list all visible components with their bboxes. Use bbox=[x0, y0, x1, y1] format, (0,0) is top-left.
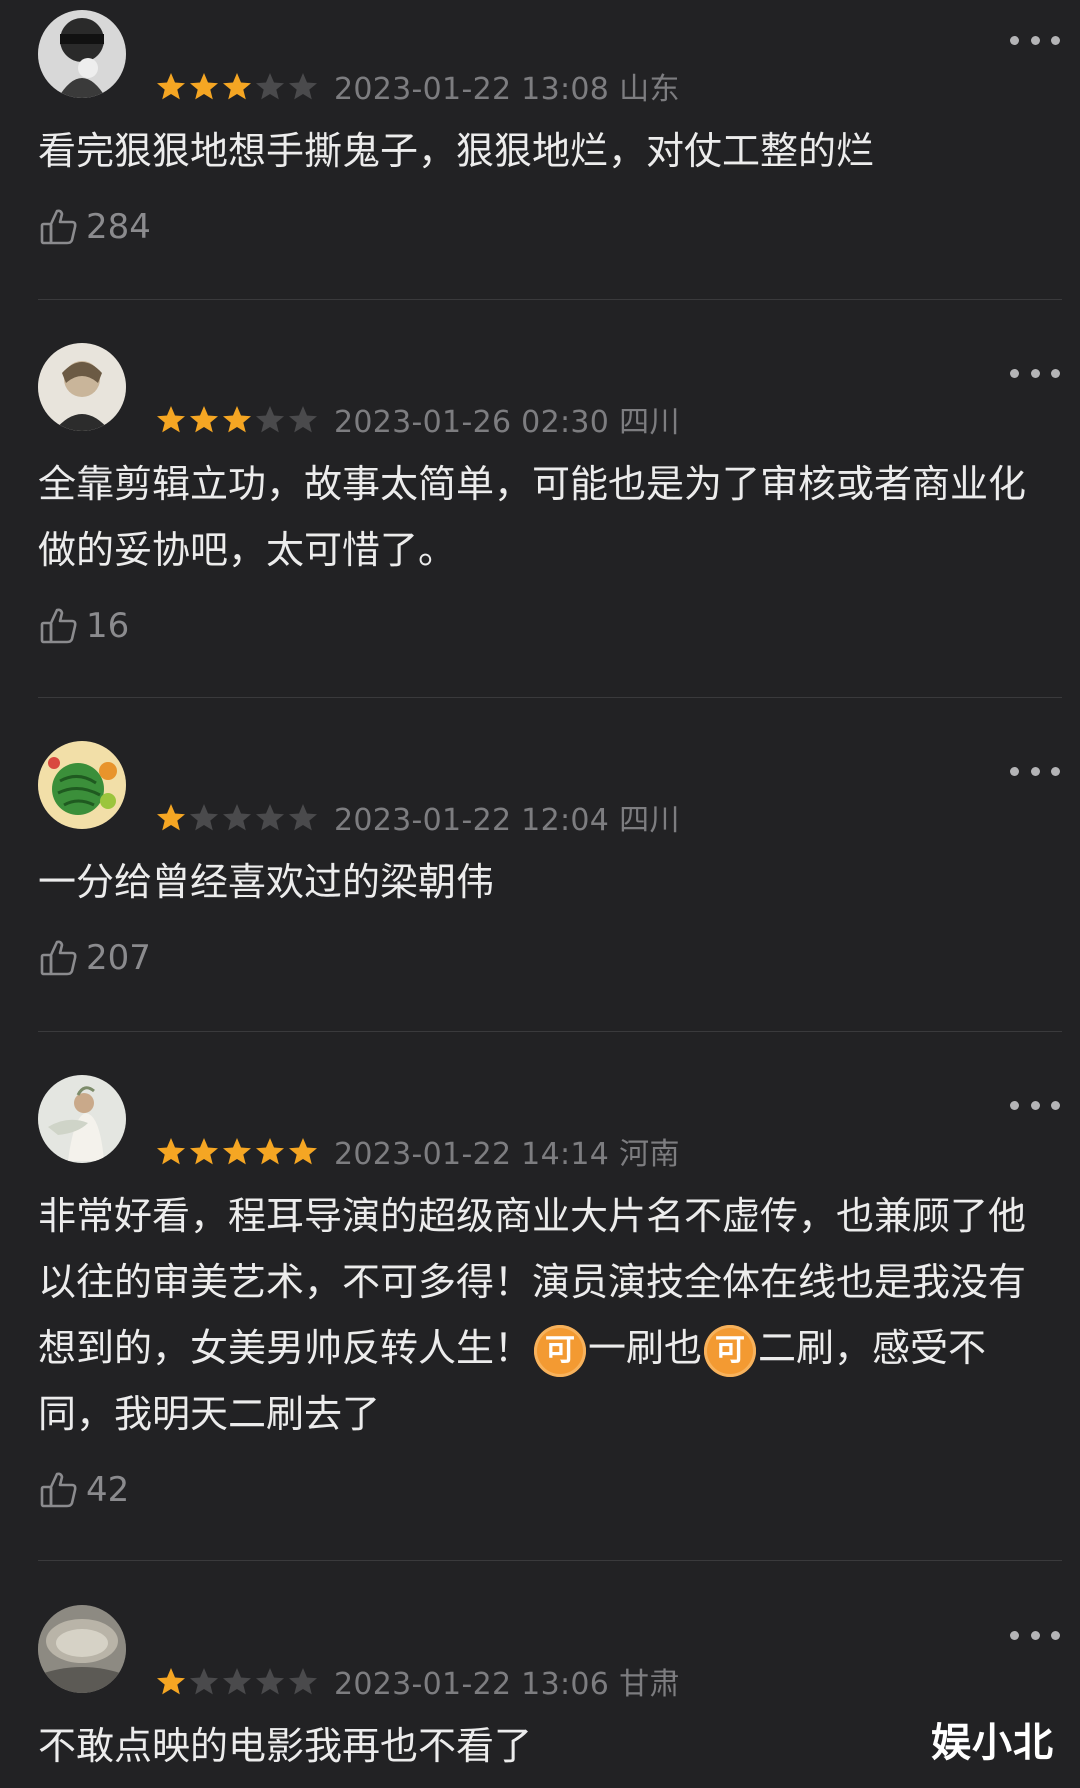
review-date: 2023-01-26 02:30 bbox=[334, 405, 610, 440]
review-meta: 2023-01-22 13:08 山东 bbox=[155, 64, 680, 108]
review-content: 看完狠狠地想手撕鬼子，狠狠地烂，对仗工整的烂 bbox=[38, 129, 875, 173]
star-icon bbox=[256, 1668, 284, 1695]
review-content: 一分给曾经喜欢过的梁朝伟 bbox=[38, 860, 495, 904]
review-content-part2: 一刷也 bbox=[588, 1326, 703, 1370]
star-icon bbox=[190, 804, 218, 831]
star-rating bbox=[155, 71, 320, 101]
star-rating bbox=[155, 802, 320, 832]
star-rating bbox=[155, 404, 320, 434]
review-meta: 2023-01-22 13:06 甘肃 bbox=[155, 1659, 680, 1703]
star-icon bbox=[289, 406, 317, 433]
like-button[interactable]: 42 bbox=[38, 1469, 129, 1511]
review-location: 甘肃 bbox=[619, 1667, 680, 1702]
avatar[interactable] bbox=[38, 343, 126, 431]
watermark: 娱小北 bbox=[931, 1720, 1054, 1766]
like-button[interactable]: 16 bbox=[38, 605, 129, 647]
more-icon[interactable] bbox=[1010, 1091, 1060, 1119]
like-count: 42 bbox=[86, 1470, 130, 1510]
star-icon bbox=[223, 1668, 251, 1695]
like-count: 16 bbox=[86, 606, 130, 646]
like-count: 207 bbox=[86, 938, 151, 978]
avatar[interactable] bbox=[38, 10, 126, 98]
star-icon bbox=[223, 1138, 251, 1165]
ke-emoji-icon: 可 bbox=[534, 1324, 587, 1377]
star-icon bbox=[289, 1138, 317, 1165]
star-icon bbox=[223, 73, 251, 100]
review-date: 2023-01-22 14:14 bbox=[334, 1137, 610, 1172]
star-icon bbox=[190, 1138, 218, 1165]
like-count: 284 bbox=[86, 207, 151, 247]
review-content: 非常好看，程耳导演的超级商业大片名不虚传，也兼顾了他以往的审美艺术，不可多得！演… bbox=[38, 1183, 1038, 1447]
divider bbox=[38, 1560, 1062, 1561]
ke-emoji-icon: 可 bbox=[704, 1324, 757, 1377]
star-icon bbox=[190, 73, 218, 100]
review-date: 2023-01-22 12:04 bbox=[334, 803, 610, 838]
avatar[interactable] bbox=[38, 741, 126, 829]
star-rating bbox=[155, 1666, 320, 1696]
star-icon bbox=[157, 73, 185, 100]
star-icon bbox=[289, 73, 317, 100]
more-icon[interactable] bbox=[1010, 359, 1060, 387]
more-icon[interactable] bbox=[1010, 26, 1060, 54]
thumbs-up-icon bbox=[40, 1472, 77, 1508]
review-location: 四川 bbox=[619, 803, 680, 838]
review-meta: 2023-01-22 14:14 河南 bbox=[155, 1129, 680, 1173]
avatar[interactable] bbox=[38, 1605, 126, 1693]
star-icon bbox=[223, 406, 251, 433]
review-meta: 2023-01-26 02:30 四川 bbox=[155, 397, 680, 441]
star-rating bbox=[155, 1136, 320, 1166]
review-location: 山东 bbox=[619, 72, 680, 107]
like-button[interactable]: 284 bbox=[38, 206, 151, 248]
more-icon[interactable] bbox=[1010, 1621, 1060, 1649]
star-icon bbox=[256, 73, 284, 100]
star-icon bbox=[223, 804, 251, 831]
avatar[interactable] bbox=[38, 1075, 126, 1163]
review-content: 不敢点映的电影我再也不看了 bbox=[38, 1724, 533, 1768]
star-icon bbox=[157, 406, 185, 433]
thumbs-up-icon bbox=[40, 209, 77, 245]
review-date: 2023-01-22 13:06 bbox=[334, 1667, 610, 1702]
star-icon bbox=[157, 804, 185, 831]
more-icon[interactable] bbox=[1010, 757, 1060, 785]
review-content: 全靠剪辑立功，故事太简单，可能也是为了审核或者商业化做的妥协吧，太可惜了。 bbox=[38, 462, 1027, 572]
star-icon bbox=[256, 1138, 284, 1165]
star-icon bbox=[256, 406, 284, 433]
divider bbox=[38, 1031, 1062, 1032]
star-icon bbox=[289, 1668, 317, 1695]
divider bbox=[38, 697, 1062, 698]
divider bbox=[38, 299, 1062, 300]
review-location: 四川 bbox=[619, 405, 680, 440]
like-button[interactable]: 207 bbox=[38, 937, 151, 979]
review-meta: 2023-01-22 12:04 四川 bbox=[155, 795, 680, 839]
star-icon bbox=[157, 1668, 185, 1695]
star-icon bbox=[190, 1668, 218, 1695]
star-icon bbox=[256, 804, 284, 831]
review-date: 2023-01-22 13:08 bbox=[334, 72, 610, 107]
review-location: 河南 bbox=[619, 1137, 680, 1172]
star-icon bbox=[190, 406, 218, 433]
star-icon bbox=[289, 804, 317, 831]
thumbs-up-icon bbox=[40, 940, 77, 976]
thumbs-up-icon bbox=[40, 608, 77, 644]
star-icon bbox=[157, 1138, 185, 1165]
